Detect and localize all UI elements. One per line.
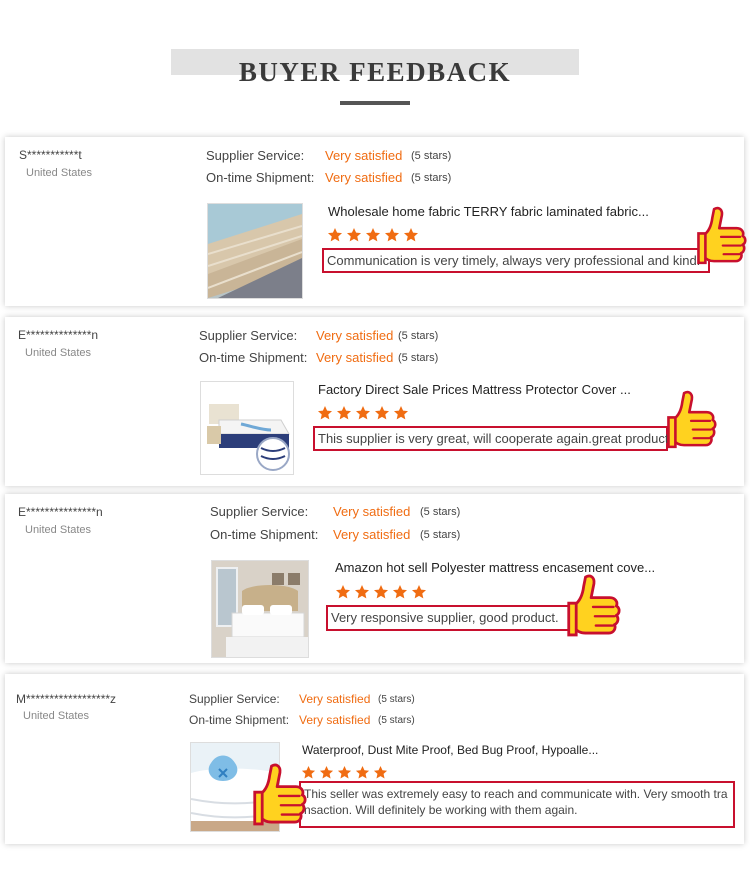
- product-thumbnail[interactable]: [211, 560, 309, 658]
- ontime-shipment-stars: (5 stars): [420, 529, 461, 541]
- review-comment: This supplier is very great, will cooper…: [313, 426, 679, 451]
- supplier-service-value: Very satisfied: [299, 692, 371, 706]
- star-icon: [327, 227, 343, 243]
- buyer-name: E**************n: [18, 328, 99, 342]
- star-icon: [384, 227, 400, 243]
- supplier-service-label: Supplier Service:: [189, 692, 280, 706]
- review-comment: Communication is very timely, always ver…: [322, 248, 710, 273]
- thumbs-up-icon: [251, 760, 307, 830]
- ontime-shipment-label: On-time Shipment:: [210, 527, 319, 542]
- buyer-country: United States: [25, 347, 92, 359]
- review-comment: Very responsive supplier, good product.: [326, 605, 575, 631]
- star-icon: [392, 584, 408, 600]
- product-thumbnail[interactable]: [207, 203, 303, 299]
- star-icon: [393, 405, 409, 421]
- thumbs-up-icon: [695, 205, 747, 267]
- ontime-shipment-stars: (5 stars): [378, 715, 415, 726]
- product-title-link[interactable]: Waterproof, Dust Mite Proof, Bed Bug Pro…: [302, 743, 598, 757]
- star-icon: [336, 405, 352, 421]
- supplier-service-label: Supplier Service:: [199, 328, 298, 343]
- buyer-country: United States: [25, 524, 92, 536]
- thumbs-up-icon: [565, 572, 621, 640]
- buyer-country: United States: [23, 710, 90, 722]
- review-card: E***************n United States Supplier…: [5, 494, 744, 663]
- star-icon: [337, 765, 352, 780]
- ontime-shipment-value: Very satisfied: [333, 527, 411, 542]
- ontime-shipment-value: Very satisfied: [316, 350, 394, 365]
- ontime-shipment-label: On-time Shipment:: [189, 713, 290, 727]
- supplier-service-label: Supplier Service:: [210, 504, 309, 519]
- star-icon: [335, 584, 351, 600]
- star-icon: [403, 227, 419, 243]
- star-icon: [411, 584, 427, 600]
- rating-stars: [327, 227, 422, 245]
- star-icon: [319, 765, 334, 780]
- ontime-shipment-value: Very satisfied: [299, 713, 371, 727]
- product-title-link[interactable]: Factory Direct Sale Prices Mattress Prot…: [318, 382, 631, 397]
- product-title-link[interactable]: Wholesale home fabric TERRY fabric lamin…: [328, 204, 649, 219]
- supplier-service-value: Very satisfied: [325, 148, 403, 163]
- supplier-service-stars: (5 stars): [378, 694, 415, 705]
- star-icon: [317, 405, 333, 421]
- ontime-shipment-label: On-time Shipment:: [206, 170, 315, 185]
- supplier-service-value: Very satisfied: [316, 328, 394, 343]
- review-card: M******************z United States Suppl…: [5, 674, 744, 844]
- supplier-service-stars: (5 stars): [398, 330, 439, 342]
- rating-stars: [335, 584, 430, 602]
- ontime-shipment-stars: (5 stars): [411, 172, 452, 184]
- buyer-name: E***************n: [18, 505, 103, 519]
- star-icon: [374, 405, 390, 421]
- buyer-name: M******************z: [16, 692, 117, 706]
- star-icon: [365, 227, 381, 243]
- product-thumbnail[interactable]: [200, 381, 294, 475]
- star-icon: [354, 584, 370, 600]
- supplier-service-value: Very satisfied: [333, 504, 411, 519]
- supplier-service-label: Supplier Service:: [206, 148, 305, 163]
- star-icon: [373, 765, 388, 780]
- rating-stars: [317, 405, 412, 423]
- review-card: E**************n United States Supplier …: [5, 317, 744, 486]
- star-icon: [355, 405, 371, 421]
- ontime-shipment-stars: (5 stars): [398, 352, 439, 364]
- review-comment: This seller was extremely easy to reach …: [299, 781, 735, 828]
- supplier-service-stars: (5 stars): [420, 506, 461, 518]
- page-title: BUYER FEEDBACK: [238, 57, 512, 87]
- thumbs-up-icon: [665, 387, 717, 453]
- star-icon: [373, 584, 389, 600]
- star-icon: [355, 765, 370, 780]
- ontime-shipment-value: Very satisfied: [325, 170, 403, 185]
- title-underline: [340, 101, 410, 105]
- review-card: S***********t United States Supplier Ser…: [5, 137, 744, 306]
- buyer-name: S***********t: [19, 148, 82, 162]
- supplier-service-stars: (5 stars): [411, 150, 452, 162]
- buyer-country: United States: [26, 167, 93, 179]
- ontime-shipment-label: On-time Shipment:: [199, 350, 308, 365]
- star-icon: [346, 227, 362, 243]
